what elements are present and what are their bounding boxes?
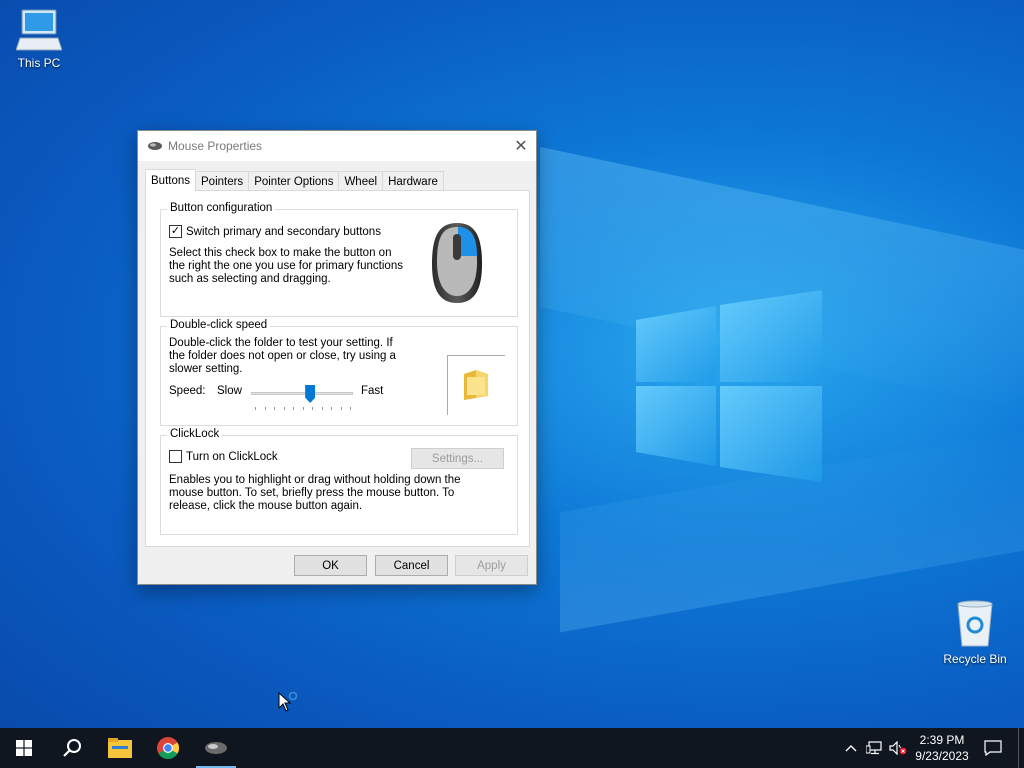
- close-button[interactable]: ✕: [506, 131, 536, 161]
- taskbar: 2:39 PM 9/23/2023: [0, 728, 1024, 768]
- group-legend: ClickLock: [167, 428, 223, 440]
- volume-muted-icon: [889, 741, 907, 755]
- clicklock-checkbox[interactable]: [169, 450, 182, 463]
- desktop-icon-recycle-bin[interactable]: Recycle Bin: [937, 600, 1013, 666]
- slider-thumb[interactable]: [305, 385, 316, 403]
- switch-buttons-checkbox-row[interactable]: ✓ Switch primary and secondary buttons: [169, 225, 381, 238]
- mouse-properties-icon: [205, 742, 227, 754]
- start-icon: [16, 740, 32, 756]
- switch-buttons-checkbox[interactable]: ✓: [169, 225, 182, 238]
- clock-time: 2:39 PM: [919, 733, 965, 747]
- search-button[interactable]: [48, 728, 96, 768]
- close-icon: ✕: [514, 138, 528, 155]
- notification-icon: [984, 740, 1002, 756]
- mouse-pointer-icon: [278, 692, 298, 712]
- desktop-icon-label: This PC: [17, 56, 61, 70]
- test-folder-area[interactable]: [447, 355, 505, 415]
- clicklock-label: Turn on ClickLock: [186, 450, 278, 463]
- title-bar[interactable]: Mouse Properties ✕: [138, 131, 536, 161]
- tab-pointer-options[interactable]: Pointer Options: [248, 171, 340, 191]
- buttons-tab-panel: Button configuration ✓ Switch primary an…: [145, 190, 530, 547]
- volume-tray-button[interactable]: [886, 728, 910, 768]
- network-tray-button[interactable]: [862, 728, 886, 768]
- taskbar-file-explorer[interactable]: [96, 728, 144, 768]
- tab-pointers[interactable]: Pointers: [195, 171, 250, 191]
- mouse-properties-dialog: Mouse Properties ✕ Buttons Pointers Poin…: [137, 130, 537, 585]
- show-hidden-icons-button[interactable]: [840, 728, 862, 768]
- double-click-description: Double-click the folder to test your set…: [169, 337, 396, 375]
- tab-buttons[interactable]: Buttons: [145, 169, 196, 191]
- folder-icon: [464, 370, 488, 400]
- button-config-description: Select this check box to make the button…: [169, 247, 403, 285]
- tab-strip: Buttons Pointers Pointer Options Wheel H…: [145, 169, 444, 191]
- clock[interactable]: 2:39 PM 9/23/2023: [910, 728, 974, 768]
- group-legend: Button configuration: [167, 202, 276, 214]
- taskbar-mouse-properties[interactable]: [192, 728, 240, 768]
- mouse-icon: [148, 142, 162, 150]
- recycle-bin-icon: [957, 600, 993, 647]
- double-click-speed-slider[interactable]: [251, 392, 353, 395]
- dialog-title: Mouse Properties: [168, 139, 263, 153]
- ok-button[interactable]: OK: [294, 555, 367, 576]
- apply-button[interactable]: Apply: [455, 555, 528, 576]
- desktop-icon-label: Recycle Bin: [943, 652, 1007, 666]
- tab-hardware[interactable]: Hardware: [382, 171, 444, 191]
- cancel-button[interactable]: Cancel: [375, 555, 448, 576]
- slider-ticks: [255, 407, 351, 410]
- speed-label: Speed:: [169, 385, 206, 397]
- clicklock-group: ClickLock Turn on ClickLock Settings... …: [160, 428, 518, 535]
- switch-buttons-label: Switch primary and secondary buttons: [186, 225, 381, 238]
- slow-label: Slow: [217, 385, 242, 397]
- action-center-button[interactable]: [974, 728, 1012, 768]
- file-explorer-icon: [108, 738, 132, 758]
- fast-label: Fast: [361, 385, 384, 397]
- tab-wheel[interactable]: Wheel: [338, 171, 384, 191]
- windows-logo-wallpaper: [636, 290, 822, 482]
- chrome-icon: [157, 737, 179, 759]
- clicklock-checkbox-row[interactable]: Turn on ClickLock: [169, 450, 278, 463]
- taskbar-chrome[interactable]: [144, 728, 192, 768]
- start-button[interactable]: [0, 728, 48, 768]
- clicklock-settings-button[interactable]: Settings...: [411, 448, 504, 469]
- mouse-illustration-icon: [432, 223, 482, 303]
- double-click-speed-group: Double-click speed Double-click the fold…: [160, 319, 518, 426]
- computer-icon: [16, 9, 62, 51]
- show-desktop-button[interactable]: [1018, 728, 1024, 768]
- system-tray: 2:39 PM 9/23/2023: [840, 728, 1024, 768]
- button-configuration-group: Button configuration ✓ Switch primary an…: [160, 202, 518, 317]
- network-icon: [866, 741, 882, 755]
- chevron-up-icon: [845, 745, 857, 752]
- clicklock-description: Enables you to highlight or drag without…: [169, 474, 461, 512]
- clock-date: 9/23/2023: [915, 749, 969, 763]
- search-icon: [63, 739, 81, 757]
- desktop-icon-this-pc[interactable]: This PC: [1, 8, 77, 70]
- group-legend: Double-click speed: [167, 319, 271, 331]
